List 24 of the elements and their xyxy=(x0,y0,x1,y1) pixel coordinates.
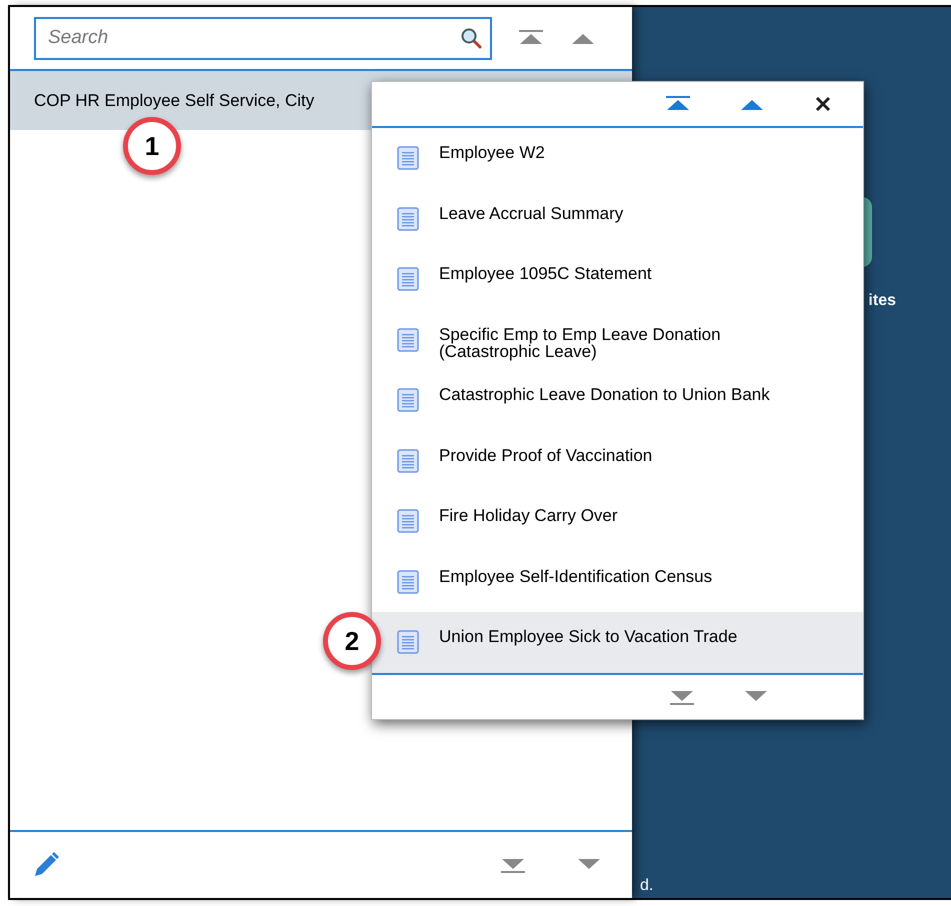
document-icon xyxy=(397,146,419,170)
menu-item[interactable]: Union Employee Sick to Vacation Trade xyxy=(372,612,863,672)
menu-item[interactable]: Fire Holiday Carry Over xyxy=(372,491,863,552)
document-icon xyxy=(397,630,419,654)
menu-item[interactable]: Provide Proof of Vaccination xyxy=(372,430,863,491)
menu-item[interactable]: Specific Emp to Emp Leave Donation (Catastrophic Leave) xyxy=(372,310,863,370)
tile-label: ites xyxy=(868,291,896,311)
menu-item[interactable]: Employee Self-Identification Census xyxy=(372,552,863,612)
menu-item[interactable]: Leave Accrual Summary xyxy=(372,188,863,249)
footer-text: d. xyxy=(640,876,654,896)
document-icon xyxy=(397,448,419,472)
menu-item[interactable]: Employee W2 xyxy=(372,128,863,188)
document-icon xyxy=(397,328,419,352)
close-button[interactable] xyxy=(813,94,833,114)
document-icon xyxy=(397,570,419,594)
document-icon xyxy=(397,388,419,412)
document-icon xyxy=(397,267,419,291)
document-icon xyxy=(397,509,419,533)
document-icon xyxy=(397,206,419,230)
search-icon xyxy=(460,26,482,48)
menu-item[interactable]: Employee 1095C Statement xyxy=(372,249,863,310)
menu-item[interactable]: Catastrophic Leave Donation to Union Bank xyxy=(372,370,863,430)
search-field[interactable]: Search xyxy=(34,16,492,60)
pencil-icon[interactable] xyxy=(32,851,60,879)
